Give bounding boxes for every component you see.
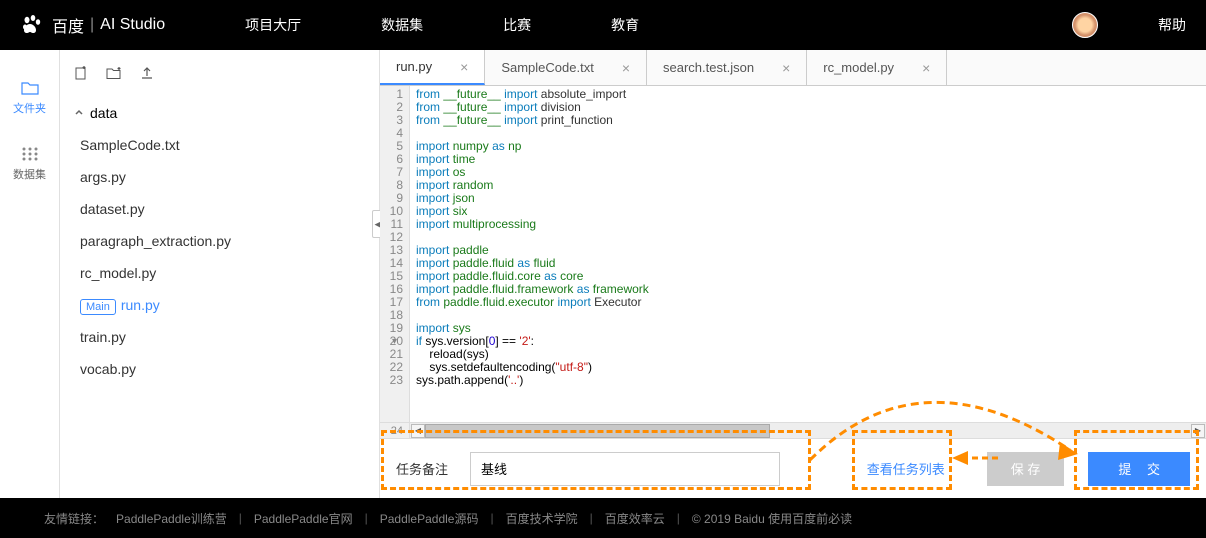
file-toolbar <box>60 62 379 97</box>
grid-icon <box>21 146 39 162</box>
main-badge: Main <box>80 299 116 315</box>
main-area: 文件夹 数据集 data SampleCode.txt args.py <box>0 50 1206 498</box>
view-tasks-link[interactable]: 查看任务列表 <box>867 459 945 478</box>
footer-prefix: 友情链接： <box>44 510 104 527</box>
footer-link[interactable]: 百度效率云 <box>605 510 665 527</box>
gutter-last-line: 24 <box>380 423 410 438</box>
tab-rc-model[interactable]: rc_model.py × <box>807 50 947 85</box>
avatar[interactable] <box>1072 12 1098 38</box>
tree-file[interactable]: dataset.py <box>74 193 365 225</box>
folder-icon <box>21 80 39 96</box>
activity-files-label: 文件夹 <box>13 100 46 116</box>
footer: 友情链接： PaddlePaddle训练营| PaddlePaddle官网| P… <box>0 498 1206 538</box>
task-note-input[interactable] <box>470 452 780 486</box>
tree-file[interactable]: paragraph_extraction.py <box>74 225 365 257</box>
new-file-icon[interactable] <box>74 66 88 83</box>
task-bar: 任务备注 查看任务列表 保 存 提 交 <box>380 438 1206 498</box>
activity-bar: 文件夹 数据集 <box>0 50 60 498</box>
logo-baidu-text: 百度 <box>52 13 84 37</box>
code-editor[interactable]: 1234567891011121314151617181920212223 fr… <box>380 86 1206 422</box>
folder-label: data <box>90 105 117 121</box>
close-icon[interactable]: × <box>782 60 790 76</box>
footer-link[interactable]: 百度技术学院 <box>506 510 578 527</box>
close-icon[interactable]: × <box>622 60 630 76</box>
header: 百度 | AI Studio 项目大厅 数据集 比赛 教育 帮助 <box>0 0 1206 50</box>
nav-education[interactable]: 教育 <box>611 15 639 35</box>
tree-file[interactable]: args.py <box>74 161 365 193</box>
upload-icon[interactable] <box>140 66 154 83</box>
close-icon[interactable]: × <box>460 59 468 75</box>
nav-competitions[interactable]: 比赛 <box>503 15 531 35</box>
tab-label: search.test.json <box>663 60 754 75</box>
activity-datasets-label: 数据集 <box>13 166 46 182</box>
tab-label: run.py <box>396 59 432 74</box>
paw-icon <box>20 13 44 37</box>
line-gutter: 1234567891011121314151617181920212223 <box>380 86 410 422</box>
code-content[interactable]: from __future__ import absolute_importfr… <box>410 86 1206 422</box>
tree-file[interactable]: vocab.py <box>74 353 365 385</box>
tab-search-json[interactable]: search.test.json × <box>647 50 807 85</box>
main-file-label: run.py <box>121 297 160 313</box>
help-link[interactable]: 帮助 <box>1158 15 1186 35</box>
tree-file[interactable]: train.py <box>74 321 365 353</box>
footer-link[interactable]: PaddlePaddle源码 <box>380 510 479 527</box>
tab-label: rc_model.py <box>823 60 894 75</box>
logo-area[interactable]: 百度 | AI Studio <box>20 13 165 37</box>
logo-divider: | <box>90 16 94 34</box>
editor-tabs: run.py × SampleCode.txt × search.test.json… <box>380 50 1206 86</box>
submit-button[interactable]: 提 交 <box>1088 452 1190 486</box>
new-folder-icon[interactable] <box>106 66 122 83</box>
editor-area: ◀ run.py × SampleCode.txt × search.test.js… <box>380 50 1206 498</box>
scroll-left-icon[interactable]: ◀ <box>411 424 425 438</box>
close-icon[interactable]: × <box>922 60 930 76</box>
footer-link[interactable]: PaddlePaddle官网 <box>254 510 353 527</box>
horizontal-scrollbar[interactable]: 24 ◀ ▶ <box>380 422 1206 438</box>
file-tree: data SampleCode.txt args.py dataset.py p… <box>60 97 379 395</box>
header-right: 帮助 <box>1072 12 1186 38</box>
footer-link[interactable]: PaddlePaddle训练营 <box>116 510 227 527</box>
nav-menu: 项目大厅 数据集 比赛 教育 <box>245 15 639 35</box>
file-explorer: data SampleCode.txt args.py dataset.py p… <box>60 50 380 498</box>
logo-studio-text: AI Studio <box>100 16 165 34</box>
tab-run-py[interactable]: run.py × <box>380 50 485 85</box>
tab-samplecode[interactable]: SampleCode.txt × <box>485 50 647 85</box>
activity-files[interactable]: 文件夹 <box>13 80 46 116</box>
save-button[interactable]: 保 存 <box>987 452 1065 486</box>
chevron-down-icon <box>74 108 84 118</box>
tree-folder-data[interactable]: data <box>74 97 365 129</box>
activity-datasets[interactable]: 数据集 <box>13 146 46 182</box>
tab-label: SampleCode.txt <box>501 60 594 75</box>
footer-copyright: © 2019 Baidu 使用百度前必读 <box>692 510 852 527</box>
task-note-label: 任务备注 <box>396 459 448 478</box>
fold-icon[interactable]: ▾ <box>392 335 397 348</box>
scroll-right-icon[interactable]: ▶ <box>1191 424 1205 438</box>
tree-file-main[interactable]: Main run.py <box>74 289 365 321</box>
tree-file[interactable]: SampleCode.txt <box>74 129 365 161</box>
tree-file[interactable]: rc_model.py <box>74 257 365 289</box>
scroll-thumb[interactable] <box>425 424 770 438</box>
nav-projects[interactable]: 项目大厅 <box>245 15 301 35</box>
nav-datasets[interactable]: 数据集 <box>381 15 423 35</box>
